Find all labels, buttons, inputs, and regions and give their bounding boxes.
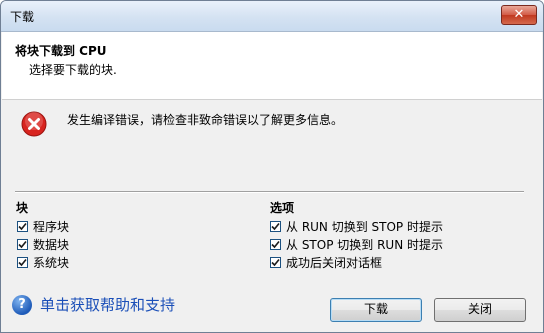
blocks-group-title: 块 <box>16 201 29 215</box>
download-button[interactable]: 下载 <box>330 298 422 322</box>
header-subtitle: 选择要下载的块. <box>29 63 117 77</box>
checkbox-icon[interactable] <box>270 220 281 232</box>
dialog-header: 将块下载到 CPU 选择要下载的块. <box>2 32 542 100</box>
checkbox-system-block[interactable]: 系统块 <box>17 254 69 270</box>
checkbox-icon[interactable] <box>270 238 281 250</box>
close-button[interactable]: 关闭 <box>434 298 526 322</box>
checkbox-label: 系统块 <box>33 255 70 270</box>
error-icon <box>21 111 47 137</box>
window-title: 下载 <box>10 10 35 24</box>
help-link[interactable]: ? 单击获取帮助和支持 <box>12 294 175 315</box>
separator <box>15 191 524 193</box>
checkbox-prompt-stop-to-run[interactable]: 从 STOP 切换到 RUN 时提示 <box>270 236 443 252</box>
help-link-text[interactable]: 单击获取帮助和支持 <box>40 294 175 315</box>
checkbox-icon[interactable] <box>17 256 28 268</box>
checkbox-label: 从 RUN 切换到 STOP 时提示 <box>286 219 443 234</box>
checkbox-data-block[interactable]: 数据块 <box>17 236 69 252</box>
help-icon[interactable]: ? <box>12 294 32 315</box>
error-message: 发生编译错误，请检查非致命错误以了解更多信息。 <box>67 113 344 127</box>
options-group-title: 选项 <box>270 201 295 215</box>
checkbox-label: 程序块 <box>33 219 70 234</box>
title-bar[interactable]: 下载 ✕ <box>1 1 543 32</box>
checkbox-close-on-success[interactable]: 成功后关闭对话框 <box>270 254 382 270</box>
header-title: 将块下载到 CPU <box>15 44 107 58</box>
checkbox-prompt-run-to-stop[interactable]: 从 RUN 切换到 STOP 时提示 <box>270 218 443 234</box>
checkbox-label: 从 STOP 切换到 RUN 时提示 <box>286 237 443 252</box>
checkbox-label: 成功后关闭对话框 <box>286 255 383 270</box>
checkbox-icon[interactable] <box>17 238 28 250</box>
checkbox-program-block[interactable]: 程序块 <box>17 218 69 234</box>
checkbox-icon[interactable] <box>270 256 281 268</box>
close-window-button[interactable]: ✕ <box>501 5 537 25</box>
checkbox-icon[interactable] <box>17 220 28 232</box>
download-dialog: 下载 ✕ 将块下载到 CPU 选择要下载的块. 发生编译错误，请检查非致命错误以… <box>0 0 544 333</box>
checkbox-label: 数据块 <box>33 237 70 252</box>
